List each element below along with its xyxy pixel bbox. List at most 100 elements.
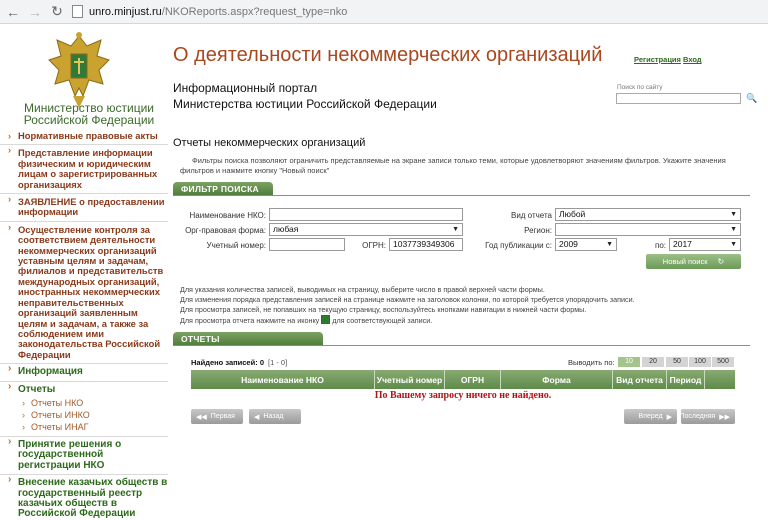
- double-chevron-left-icon: ◀◀: [196, 413, 207, 421]
- column-header-report-type[interactable]: Вид отчета: [613, 370, 667, 389]
- sidebar-item-information[interactable]: › Информация: [0, 363, 168, 377]
- sidebar-subitem-nko[interactable]: › Отчеты НКО: [0, 397, 168, 409]
- page-title: Отчеты некоммерческих организаций: [173, 137, 366, 149]
- site-search-input[interactable]: [616, 93, 741, 104]
- region-label: Регион:: [524, 226, 552, 235]
- back-arrow-icon[interactable]: ←: [4, 3, 22, 21]
- column-header-account[interactable]: Учетный номер: [375, 370, 445, 389]
- last-page-button[interactable]: Последняя ▶▶: [679, 409, 735, 424]
- records-found: Найдено записей: 0 [1 - 0]: [191, 358, 287, 367]
- per-page-10[interactable]: 10: [618, 357, 640, 367]
- pub-year-from-value: 2009: [559, 239, 578, 249]
- site-search-label: Поиск по сайту: [617, 84, 663, 91]
- bullet-icon: ›: [8, 435, 12, 447]
- column-header-period[interactable]: Период: [667, 370, 705, 389]
- sidebar-item-info-provision[interactable]: › Представление информации физическим и ю…: [0, 144, 168, 190]
- sidebar-item-label: Внесение казачьих обществ в государствен…: [18, 477, 168, 520]
- register-link[interactable]: Регистрация: [634, 55, 681, 64]
- pub-year-from-select[interactable]: 2009 ▼: [555, 238, 617, 251]
- sidebar-item-control[interactable]: › Осуществление контроля за соответствием…: [0, 220, 168, 360]
- first-page-label: Первая: [210, 413, 235, 420]
- prev-page-label: Назад: [263, 413, 284, 420]
- sidebar-subitem-label: Отчеты НКО: [31, 397, 84, 408]
- site-title: О деятельности некоммерческих организаци…: [173, 44, 603, 66]
- records-range: [1 - 0]: [267, 358, 288, 367]
- login-link[interactable]: Вход: [683, 55, 702, 64]
- account-number-input[interactable]: [269, 238, 345, 251]
- sidebar-item-registration-decision[interactable]: › Принятие решения о государственной реги…: [0, 435, 168, 471]
- portal-title-line1: Информационный портал: [173, 81, 318, 95]
- bullet-icon: ›: [8, 130, 12, 141]
- forward-arrow-icon[interactable]: →: [26, 3, 44, 21]
- report-type-select[interactable]: Любой ▼: [555, 208, 741, 221]
- sidebar-item-label: Осуществление контроля за соответствием …: [18, 223, 164, 360]
- bullet-icon: ›: [8, 363, 12, 375]
- chevron-right-icon: ▶: [666, 413, 672, 421]
- chevron-down-icon: ▼: [730, 226, 737, 233]
- note-line: Для указания количества записей, выводим…: [180, 285, 545, 294]
- pub-year-from-label: Год публикации с:: [485, 241, 552, 250]
- search-icon[interactable]: 🔍: [746, 93, 757, 103]
- pub-year-to-select[interactable]: 2017 ▼: [669, 238, 741, 251]
- bullet-icon: ›: [22, 409, 25, 420]
- report-type-label: Вид отчета: [510, 211, 552, 220]
- bullet-icon: ›: [8, 220, 12, 232]
- note-text: для соответствующей записи.: [332, 316, 433, 325]
- note-text: Для просмотра отчета нажмите на иконку: [180, 316, 320, 325]
- sidebar-subitem-inko[interactable]: › Отчеты ИНКО: [0, 409, 168, 421]
- ogrn-label: ОГРН:: [362, 241, 386, 250]
- ministry-name: Министерство юстиции Российской Федераци…: [14, 102, 164, 126]
- sidebar-item-reports[interactable]: › Отчеты: [0, 380, 168, 395]
- first-page-button[interactable]: ◀◀ Первая: [191, 409, 243, 424]
- per-page-500[interactable]: 500: [712, 357, 734, 367]
- new-search-button[interactable]: Новый поиск ↻: [646, 254, 741, 269]
- sidebar: Министерство юстиции Российской Федераци…: [0, 24, 168, 519]
- note-line: Для просмотра отчета нажмите на иконку д…: [180, 315, 740, 326]
- region-select[interactable]: ▼: [555, 223, 741, 236]
- sidebar-item-label: Нормативные правовые акты: [18, 130, 158, 141]
- bullet-icon: ›: [22, 421, 25, 432]
- sidebar-item-legal-acts[interactable]: › Нормативные правовые акты: [0, 130, 168, 141]
- sidebar-subitem-label: Отчеты ИНКО: [31, 409, 90, 420]
- ogrn-input[interactable]: 1037739349306: [389, 238, 463, 251]
- address-bar[interactable]: unro.minjust.ru/NKOReports.aspx?request_…: [72, 5, 347, 18]
- sidebar-subitem-label: Отчеты ИНАГ: [31, 421, 89, 432]
- bullet-icon: ›: [8, 380, 12, 392]
- sidebar-subitem-inag[interactable]: › Отчеты ИНАГ: [0, 421, 168, 433]
- ministry-emblem-icon: [48, 32, 110, 108]
- sidebar-item-label: Отчеты: [18, 383, 56, 395]
- column-header-form[interactable]: Форма: [501, 370, 613, 389]
- per-page-20[interactable]: 20: [642, 357, 664, 367]
- sidebar-item-cossack-registry[interactable]: › Внесение казачьих обществ в государстве…: [0, 474, 168, 520]
- usage-notes: Для указания количества записей, выводим…: [180, 285, 740, 326]
- sidebar-item-label: Представление информации физическим и юр…: [18, 147, 158, 190]
- legal-form-value: любая: [273, 224, 299, 234]
- auth-links: Регистрация Вход: [634, 55, 702, 64]
- reload-icon[interactable]: ↻: [48, 3, 66, 21]
- prev-page-button[interactable]: ◀ Назад: [249, 409, 301, 424]
- pub-year-to-value: 2017: [673, 239, 692, 249]
- legal-form-select[interactable]: любая ▼: [269, 223, 463, 236]
- chevron-down-icon: ▼: [730, 211, 737, 218]
- per-page-50[interactable]: 50: [666, 357, 688, 367]
- chevron-left-icon: ◀: [254, 413, 260, 421]
- bullet-icon: ›: [8, 193, 12, 205]
- column-header-name[interactable]: Наименование НКО: [191, 370, 375, 389]
- next-page-button[interactable]: Вперед ▶: [624, 409, 677, 424]
- sidebar-item-label: Информация: [18, 366, 83, 378]
- pub-year-to-label: по:: [654, 241, 666, 250]
- per-page-label: Выводить по:: [568, 358, 615, 367]
- per-page-100[interactable]: 100: [689, 357, 711, 367]
- nko-name-input[interactable]: [269, 208, 463, 221]
- sidebar-item-application[interactable]: › ЗАЯВЛЕНИЕ о предоставлении информации: [0, 193, 168, 218]
- note-line: Для изменения порядка представления запи…: [180, 295, 635, 304]
- account-number-label: Учетный номер:: [206, 241, 266, 250]
- double-chevron-right-icon: ▶▶: [719, 413, 730, 421]
- column-header-ogrn[interactable]: ОГРН: [445, 370, 501, 389]
- report-type-value: Любой: [559, 209, 586, 219]
- records-found-label: Найдено записей:: [191, 358, 258, 367]
- reports-tab: ОТЧЕТЫ: [173, 332, 323, 345]
- column-header-extra: [705, 370, 735, 389]
- sidebar-item-label: Принятие решения о государственной регис…: [18, 438, 122, 471]
- reports-divider: [173, 345, 750, 346]
